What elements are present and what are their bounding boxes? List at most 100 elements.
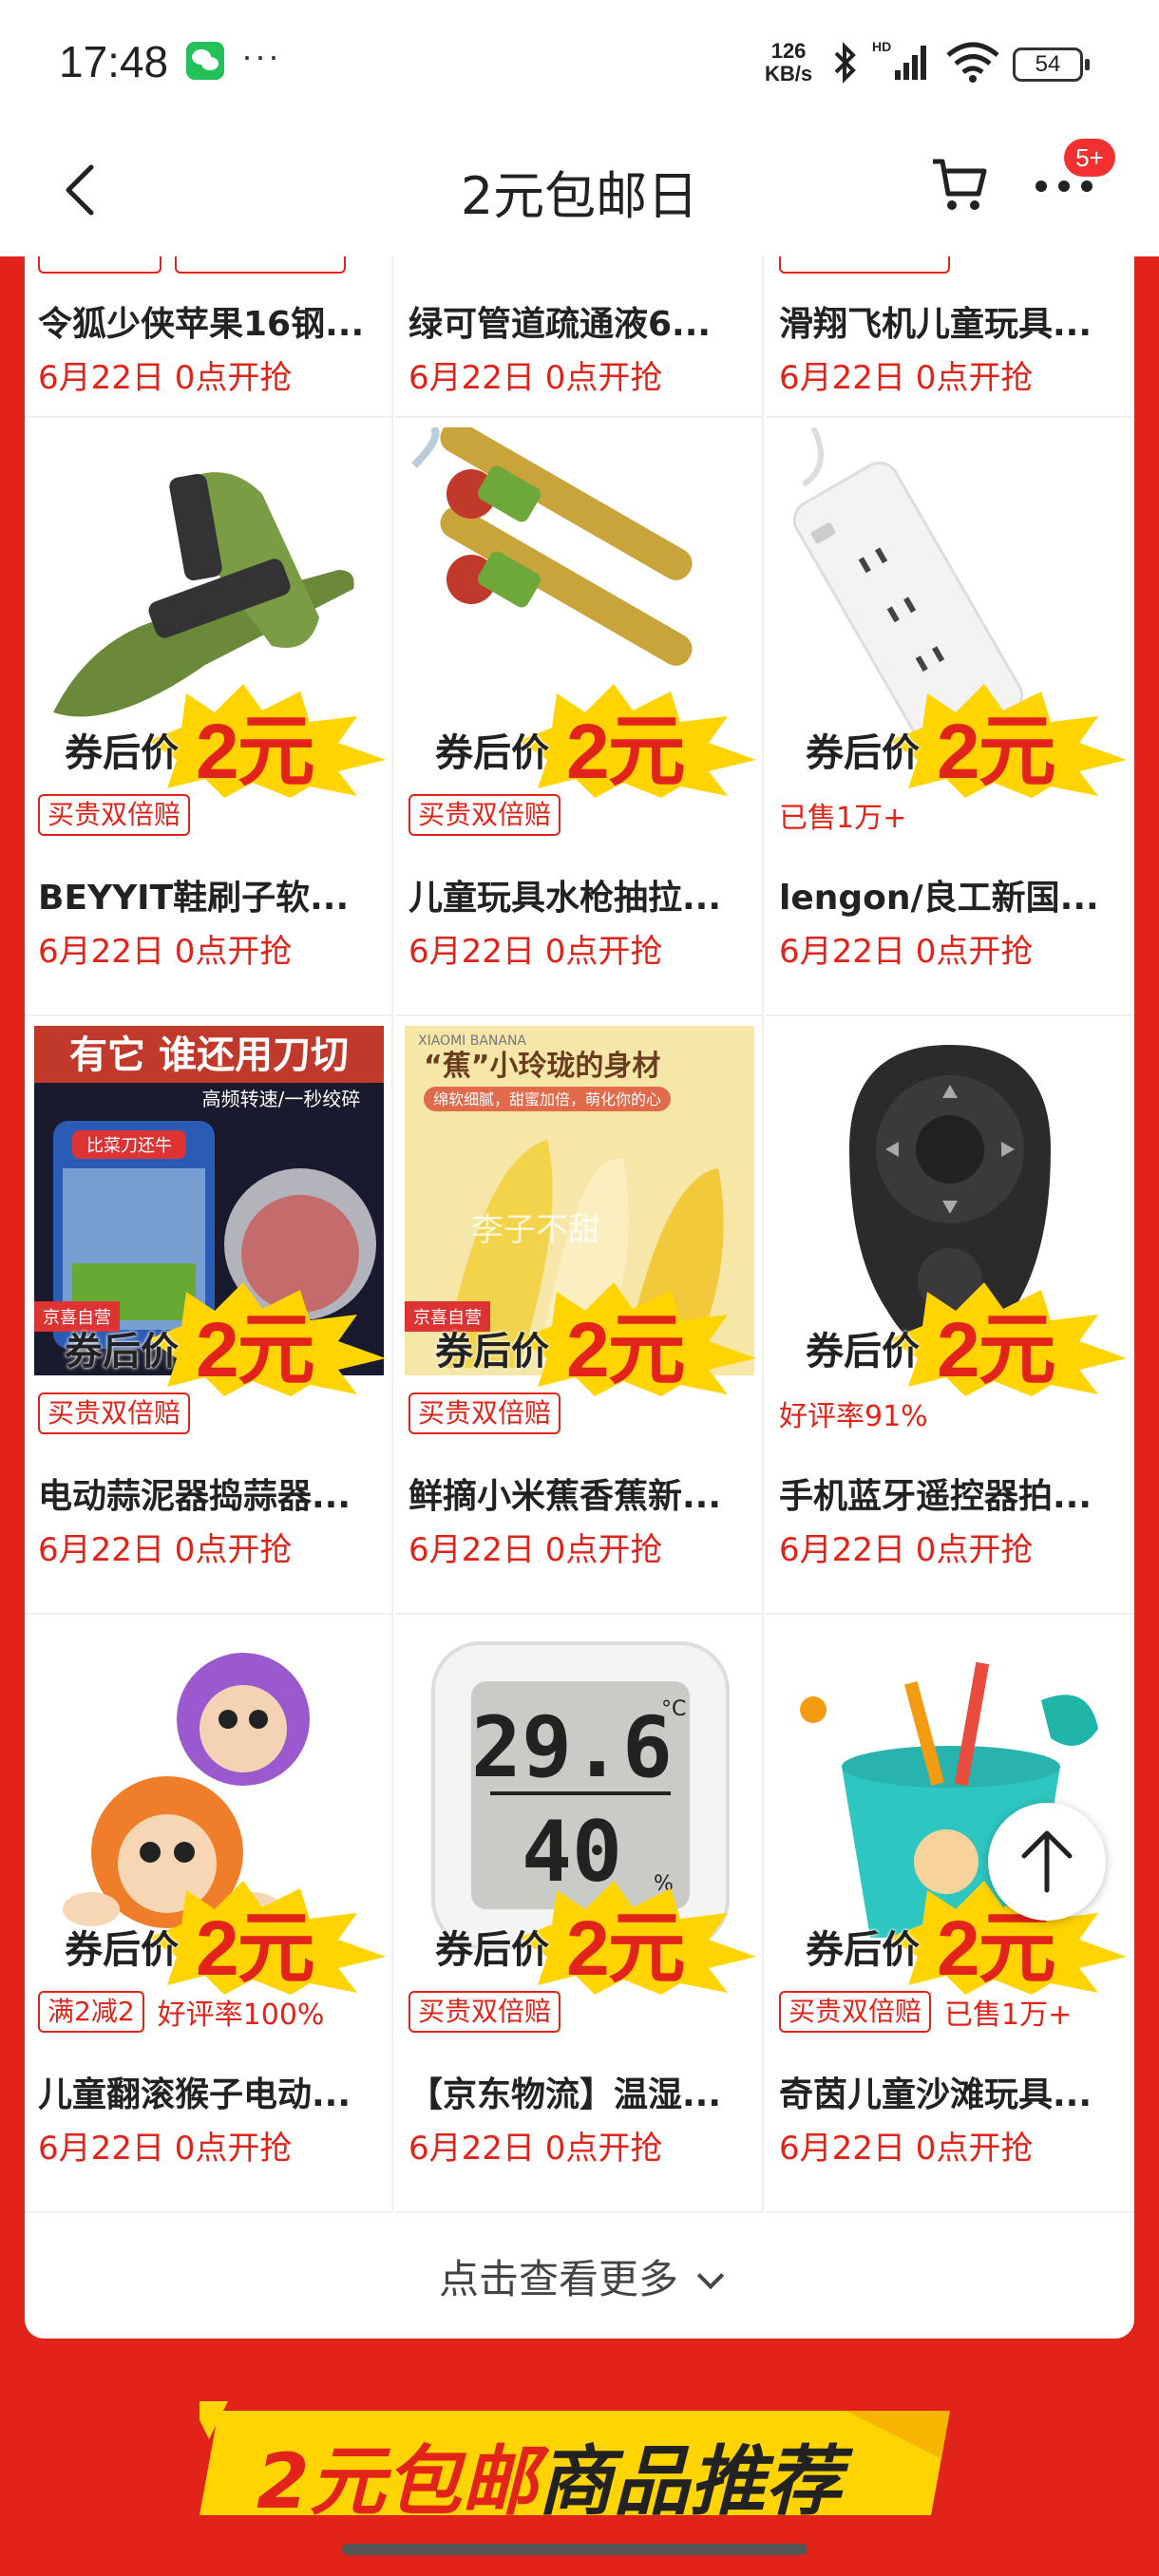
product-date: 6月22日 0点开抢 [779,359,1034,397]
banana-watermark: 李子不甜 [471,1211,600,1249]
more-dots-icon: ··· [241,36,281,75]
product-name: 绿可管道疏通液6... [408,305,712,344]
cart-badge: 5+ [1064,139,1115,177]
product-date: 6月22日 0点开抢 [779,933,1034,971]
price-label: 券后价 [435,731,549,775]
product-card[interactable]: 29.6 °C 40% 券后价 2元 买贵双倍赔 【京东物流】温湿... 6月22日 0点开抢 [395,1615,764,2213]
product-name: BEYYIT鞋刷子软... [38,879,350,918]
garlic-label: 比菜刀还牛 [86,1136,172,1156]
bluetooth-icon [834,42,856,84]
banana-brand: XIAOMI BANANA [418,1033,526,1049]
promo-tag: 满2减2 [38,1991,144,2033]
status-time: 17:48 [59,37,169,86]
price-label: 券后价 [806,1928,920,1972]
product-date: 6月22日 0点开抢 [408,1531,663,1569]
wechat-icon [186,42,224,80]
product-name: 手机蓝牙遥控器拍... [779,1477,1092,1516]
gesture-bar[interactable] [342,2544,808,2555]
product-name: 儿童翻滚猴子电动... [38,2075,352,2114]
sales-info: 好评率100% [157,1998,325,2032]
battery-level: 54 [1035,51,1061,77]
banana-subtitle: 绵软细腻，甜蜜加倍，萌化你的心 [433,1090,661,1108]
price-label: 券后价 [435,1928,549,1972]
product-card[interactable]: XIAOMI BANANA “蕉”小玲珑的身材绵软细腻，甜蜜加倍，萌化你的心李子不… [395,1016,764,1615]
product-date: 6月22日 0点开抢 [408,359,663,397]
product-name: 令狐少侠苹果16钢... [38,305,365,344]
see-more-button[interactable]: 点击查看更多 [25,2221,1134,2339]
cart-icon[interactable] [929,154,990,215]
scroll-top-button[interactable] [988,1803,1106,1921]
promo-tag: 买贵双倍赔 [779,1991,932,2033]
product-card[interactable]: 券后价 2元 满2减2 好评率100% 儿童翻滚猴子电动... 6月22日 0点开抢 [25,1615,393,2213]
product-tags: 买贵双倍赔 [38,794,191,836]
product-card[interactable]: 券后价 2元 买贵双倍赔 BEYYIT鞋刷子软... 6月22日 0点开抢 [25,418,393,1016]
recommend-banner: 2元包邮商品推荐 [256,2420,842,2530]
network-speed: 126 KB/s [765,40,812,85]
product-card[interactable]: 令狐少侠苹果16钢... 6月22日 0点开抢 [25,256,393,418]
product-date: 6月22日 0点开抢 [38,1531,293,1569]
product-tags: 已售1万+ [779,794,906,836]
price-value: 2元 [937,1307,1056,1393]
product-date: 6月22日 0点开抢 [38,933,293,971]
product-name: 滑翔飞机儿童玩具... [779,305,1092,344]
product-card[interactable]: 有它 谁还用刀切 高频转速/一秒绞碎 比菜刀还牛 京喜自营 券后价 2元 买贵双倍赔 电动蒜泥… [25,1016,393,1615]
price-badge: 券后价 2元 [424,1282,762,1396]
product-name: 鲜摘小米蕉香蕉新... [408,1477,722,1516]
network-speed-value: 126 [770,39,807,63]
price-badge: 券后价 2元 [53,1282,391,1396]
product-date: 6月22日 0点开抢 [408,2130,663,2168]
arrow-up-icon [1021,1830,1073,1893]
price-badge: 券后价 2元 [424,684,762,798]
price-label: 券后价 [65,1928,179,1972]
thermo-temperature: 29.6 [471,1698,673,1796]
svg-text:HD: HD [872,39,891,54]
product-card[interactable]: 绿可管道疏通液6... 6月22日 0点开抢 [395,256,764,418]
product-tags: 满2减2 好评率100% [38,1991,324,2033]
product-card[interactable]: 滑翔飞机儿童玩具... 6月22日 0点开抢 [766,256,1134,418]
battery-icon: 54 [1013,47,1090,82]
product-card[interactable]: 券后价 2元 已售1万+ lengon/良工新国... 6月22日 0点开抢 [766,418,1134,1016]
price-value: 2元 [937,709,1056,795]
more-icon[interactable] [1034,179,1094,194]
price-label: 券后价 [806,1330,920,1373]
garlic-headline: 有它 谁还用刀切 [69,1033,349,1077]
product-name: 【京东物流】温湿... [408,2075,722,2114]
product-date: 6月22日 0点开抢 [408,933,663,971]
status-bar: 17:48 ··· 126 KB/s HD 54 [0,0,1159,123]
price-badge: 券后价 2元 [794,684,1134,798]
price-value: 2元 [566,1905,686,1992]
sales-info: 好评率91% [779,1400,928,1433]
product-tags: 买贵双倍赔 [38,1392,191,1434]
product-date: 6月22日 0点开抢 [779,1531,1034,1569]
price-badge: 券后价 2元 [53,684,391,798]
thermo-temperature-unit: °C [661,1697,686,1721]
price-label: 券后价 [806,731,920,775]
product-card[interactable]: 券后价 2元 买贵双倍赔 儿童玩具水枪抽拉... 6月22日 0点开抢 [395,418,764,1016]
price-value: 2元 [196,709,315,795]
see-more-label: 点击查看更多 [438,2256,678,2302]
price-badge: 券后价 2元 [794,1282,1134,1396]
product-tags: 买贵双倍赔 已售1万+ [779,1991,1072,2033]
banner-part2: 商品推荐 [537,2437,842,2526]
price-badge: 券后价 2元 [53,1881,391,1995]
price-value: 2元 [196,1307,315,1393]
price-value: 2元 [566,1307,686,1393]
sales-info: 已售1万+ [944,1998,1073,2032]
promo-tag: 买贵双倍赔 [408,1392,561,1434]
price-badge: 券后价 2元 [424,1881,762,1995]
product-tags: 买贵双倍赔 [408,794,561,836]
price-value: 2元 [566,709,686,795]
price-label: 券后价 [435,1330,549,1373]
hd-signal-icon: HD [872,39,926,80]
product-card[interactable]: 券后价 2元 好评率91% 手机蓝牙遥控器拍... 6月22日 0点开抢 [766,1016,1134,1615]
sales-info: 已售1万+ [779,802,907,835]
product-tags: 买贵双倍赔 [408,1392,561,1434]
banana-headline: “蕉”小玲珑的身材 [424,1050,660,1083]
promo-tag: 买贵双倍赔 [408,1991,561,2033]
network-speed-unit: KB/s [765,62,813,85]
product-tags: 好评率91% [779,1392,928,1434]
promo-tag: 买贵双倍赔 [408,794,561,836]
product-date: 6月22日 0点开抢 [779,2130,1034,2168]
product-name: lengon/良工新国... [779,879,1099,918]
banner-part1: 2元包邮 [256,2437,538,2526]
